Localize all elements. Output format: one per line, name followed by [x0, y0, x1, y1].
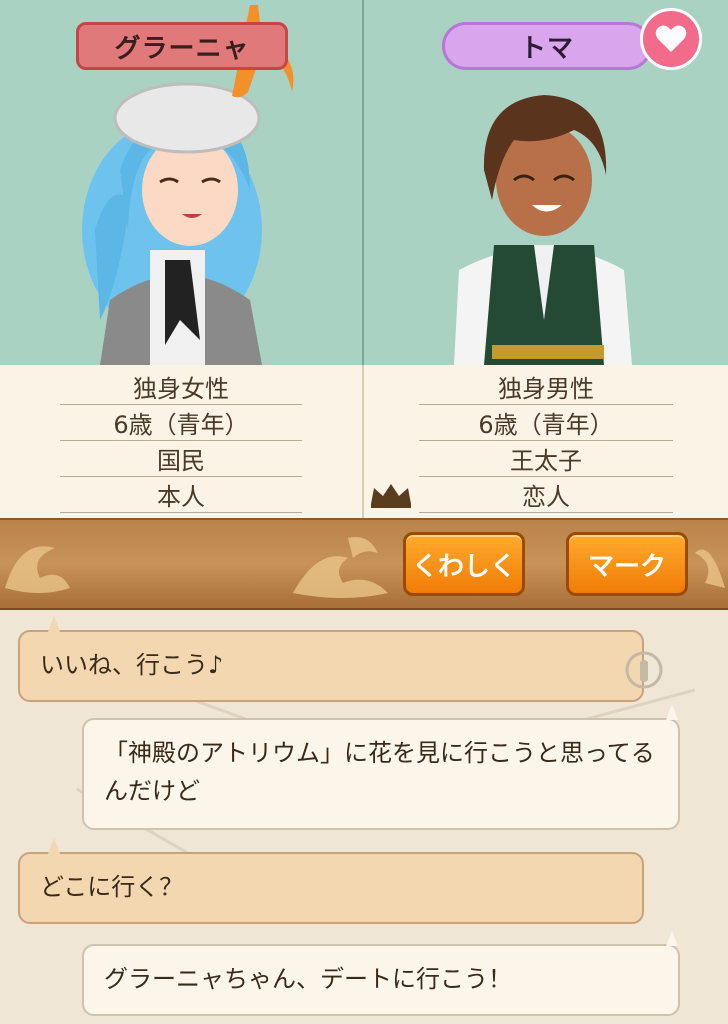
male-relation: 恋人 [419, 477, 673, 513]
female-age: 6歳（青年） [60, 405, 302, 441]
bubble-tail [666, 930, 678, 946]
male-name-plate: トマ [442, 22, 652, 70]
bubble-tail [48, 838, 60, 854]
female-info: 独身女性 6歳（青年） 国民 本人 [0, 365, 364, 518]
female-rank: 国民 [60, 441, 302, 477]
mark-button[interactable]: マーク [566, 532, 688, 596]
chat-message-outgoing: グラーニャちゃん、デートに行こう！ [82, 944, 680, 1016]
male-age: 6歳（青年） [419, 405, 673, 441]
detail-button[interactable]: くわしく [403, 532, 525, 596]
message-text: どこに行く？ [40, 873, 184, 901]
female-name-plate: グラーニャ [76, 22, 288, 70]
bubble-tail [666, 704, 678, 720]
ornament-center [293, 537, 388, 598]
male-info: 独身男性 6歳（青年） 王太子 恋人 [364, 365, 728, 518]
message-text: 「神殿のアトリウム」に花を見に行こうと思ってるんだけど [104, 739, 655, 805]
male-rank: 王太子 [419, 441, 673, 477]
crown-icon [371, 484, 411, 508]
profile-info: 独身女性 6歳（青年） 国民 本人 独身男性 6歳（青年） 王太子 恋人 [0, 365, 728, 518]
female-relation: 本人 [60, 477, 302, 513]
ornament-right [695, 549, 725, 588]
tap-hand-icon[interactable] [624, 650, 664, 690]
male-status: 独身男性 [419, 369, 673, 405]
action-bar: くわしく マーク [0, 518, 728, 610]
heart-icon [655, 25, 687, 52]
ornament-left [5, 546, 70, 593]
heart-badge[interactable] [640, 8, 702, 70]
female-status: 独身女性 [60, 369, 302, 405]
chat-message-incoming: いいね、行こう♪ [18, 630, 644, 702]
chat-message-incoming: どこに行く？ [18, 852, 644, 924]
message-text: いいね、行こう♪ [40, 651, 224, 679]
chat-message-outgoing: 「神殿のアトリウム」に花を見に行こうと思ってるんだけど [82, 718, 680, 830]
bubble-tail [48, 616, 60, 632]
message-text: グラーニャちゃん、デートに行こう！ [104, 965, 512, 993]
